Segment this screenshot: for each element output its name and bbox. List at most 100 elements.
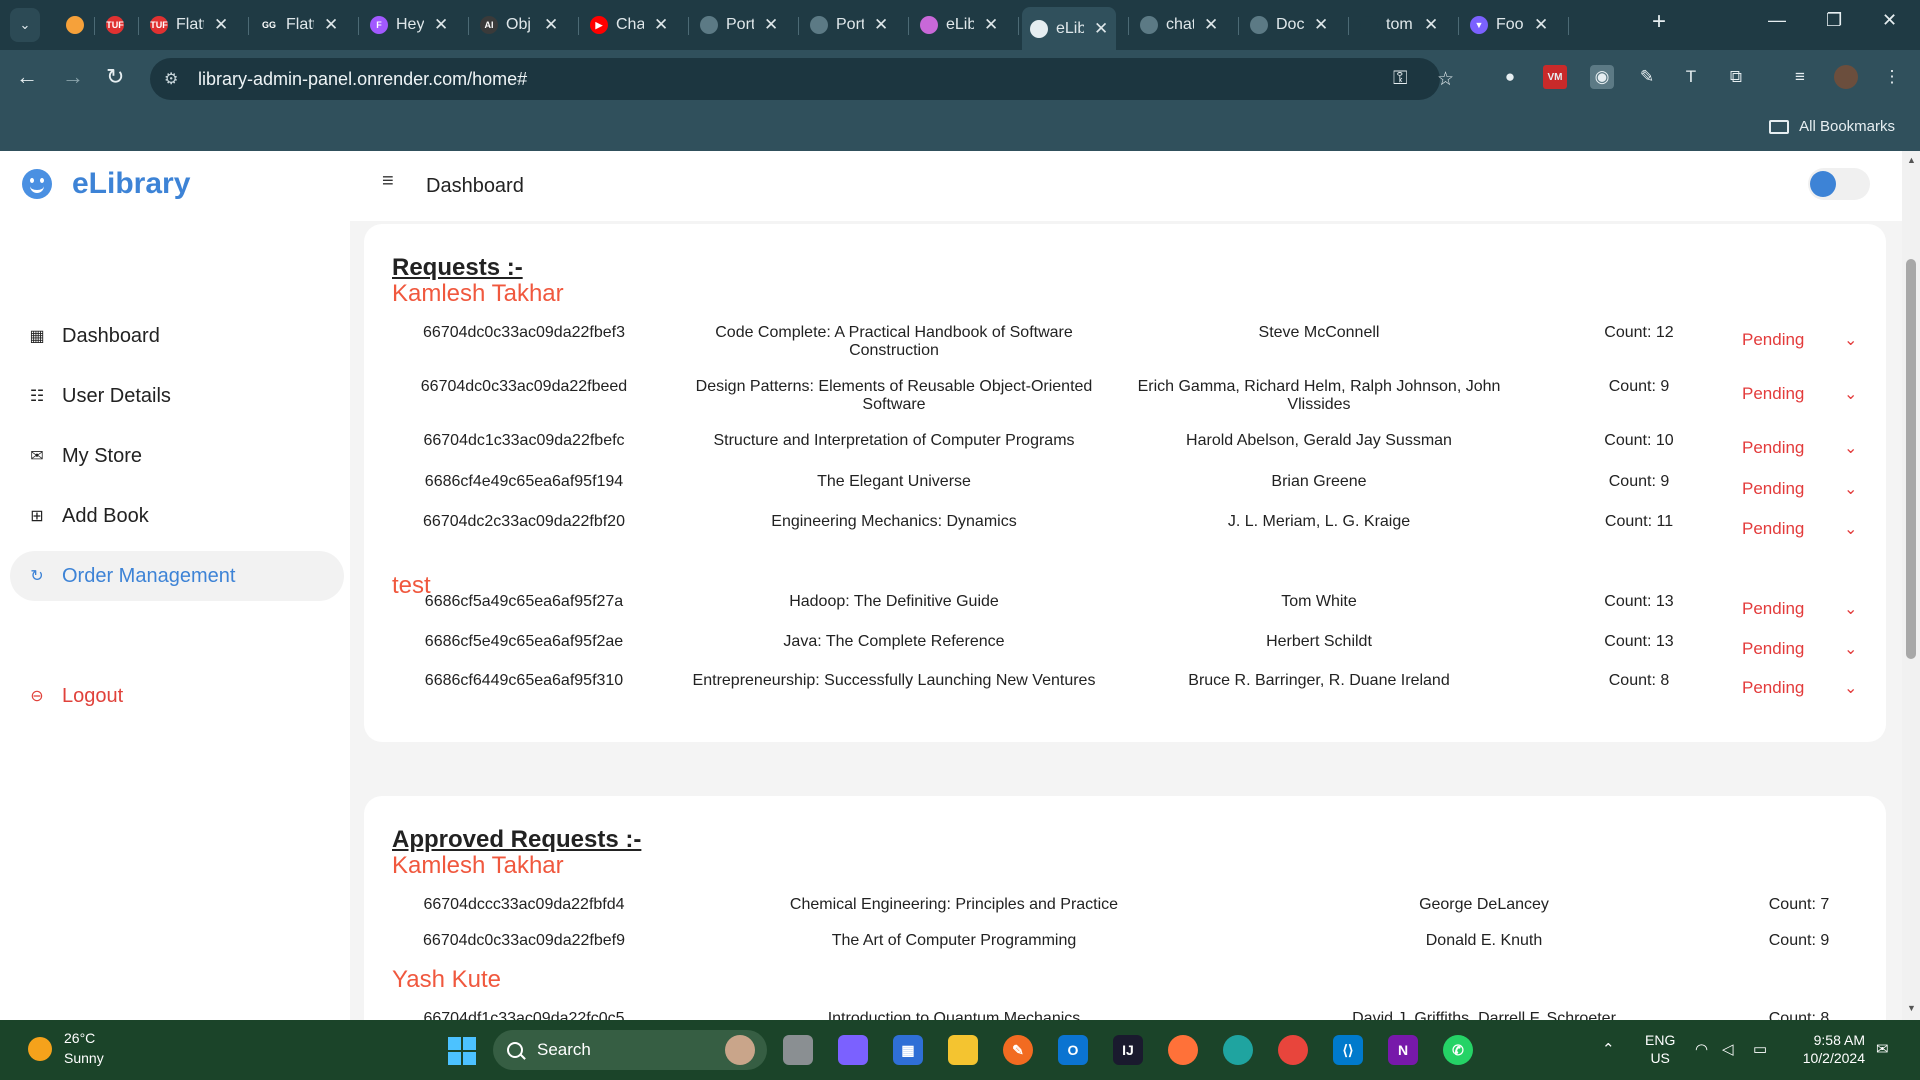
scroll-down-icon[interactable]: ▼ [1907,1003,1916,1013]
tab-close-icon[interactable]: ✕ [1204,15,1218,35]
extension-eyedropper-icon[interactable]: ✎ [1635,65,1659,89]
status-dropdown[interactable]: Pending [1742,639,1804,659]
task-view-icon[interactable] [783,1035,813,1065]
back-icon[interactable]: ← [16,64,38,90]
close-window-icon[interactable]: ✕ [1882,10,1897,31]
postman-icon[interactable]: ✎ [1003,1035,1033,1065]
whatsapp-icon[interactable]: ✆ [1443,1035,1473,1065]
page-scrollbar[interactable]: ▲ ▼ [1902,151,1920,1020]
extension-t-icon[interactable]: T [1679,65,1703,89]
sun-weather-icon[interactable] [28,1037,52,1061]
extension-mouse-icon[interactable]: ● [1498,65,1522,89]
extensions-puzzle-icon[interactable]: ⧉ [1724,65,1748,89]
browser-tab[interactable]: F Hey ✕ [362,7,456,43]
sidebar-item-order-management[interactable]: ↻ Order Management [10,551,344,601]
firefox-icon[interactable] [1168,1035,1198,1065]
browser-tab[interactable]: TUF Flatt ✕ [142,7,236,43]
chevron-down-icon[interactable]: ⌄ [1844,599,1857,619]
chrome-icon[interactable] [1278,1035,1308,1065]
browser-tab[interactable]: Doc ✕ [1242,7,1336,43]
new-tab-button[interactable]: + [1652,8,1666,36]
browser-tab[interactable]: eLib ✕ [912,7,1006,43]
tab-close-icon[interactable]: ✕ [1534,15,1548,35]
vscode-icon[interactable]: ⟨⟩ [1333,1035,1363,1065]
system-clock[interactable]: 9:58 AM 10/2/2024 [1795,1031,1865,1067]
all-bookmarks-button[interactable]: All Bookmarks [1769,118,1895,135]
tab-close-icon[interactable]: ✕ [544,15,558,35]
tab-close-icon[interactable]: ✕ [874,15,888,35]
bookmark-star-icon[interactable]: ☆ [1437,68,1454,91]
password-key-icon[interactable]: ⚿ [1393,68,1407,90]
chevron-down-icon[interactable]: ⌄ [1844,519,1857,539]
browser-tab[interactable]: chat ✕ [1132,7,1226,43]
onenote-icon[interactable]: N [1388,1035,1418,1065]
address-bar[interactable]: ⚙ library-admin-panel.onrender.com/home#… [150,58,1454,100]
weather-condition[interactable]: Sunny [64,1050,104,1066]
browser-tab[interactable]: Port ✕ [802,7,896,43]
tab-close-icon[interactable]: ✕ [1314,15,1328,35]
weather-temperature[interactable]: 26°C [64,1030,95,1046]
wifi-icon[interactable]: ◠ [1695,1040,1708,1058]
edge-icon[interactable] [1223,1035,1253,1065]
browser-tab[interactable]: eLib ✕ [1022,7,1117,50]
chevron-down-icon[interactable]: ⌄ [1844,639,1857,659]
browser-tab[interactable]: GG Flatt ✕ [252,7,346,43]
reload-icon[interactable]: ↻ [106,64,124,90]
battery-icon[interactable]: ▭ [1753,1040,1767,1058]
tab-search-button[interactable]: ⌄ [10,8,40,42]
sidebar-item-dashboard[interactable]: ▦ Dashboard [10,311,344,361]
status-dropdown[interactable]: Pending [1742,599,1804,619]
chevron-down-icon[interactable]: ⌄ [1844,330,1857,350]
tab-close-icon[interactable]: ✕ [984,15,998,35]
status-dropdown[interactable]: Pending [1742,384,1804,404]
tab-close-icon[interactable]: ✕ [214,15,228,35]
chevron-down-icon[interactable]: ⌄ [1844,384,1857,404]
copilot-icon[interactable] [838,1035,868,1065]
sidebar-item-my-store[interactable]: ✉ My Store [10,431,344,481]
tab-close-icon[interactable]: ✕ [324,15,338,35]
browser-tab[interactable]: ▶ Cha ✕ [582,7,676,43]
chevron-down-icon[interactable]: ⌄ [1844,678,1857,698]
status-dropdown[interactable]: Pending [1742,479,1804,499]
browser-tab[interactable]: ▼ Foo ✕ [1462,7,1556,43]
minimize-icon[interactable]: — [1768,10,1786,31]
intellij-icon[interactable]: IJ [1113,1035,1143,1065]
chevron-down-icon[interactable]: ⌄ [1844,438,1857,458]
windows-start-icon[interactable] [448,1037,476,1065]
show-hidden-icons-chevron[interactable]: ⌃ [1602,1040,1615,1058]
browser-tab[interactable]: TUF [98,7,140,43]
theme-toggle[interactable] [1808,168,1870,200]
language-indicator[interactable]: ENG US [1645,1031,1675,1067]
media-control-icon[interactable]: ≡ [1788,65,1812,89]
restore-icon[interactable]: ❐ [1826,10,1842,31]
volume-icon[interactable]: ◁ [1722,1040,1734,1058]
url-text[interactable]: library-admin-panel.onrender.com/home# [198,69,527,90]
sidebar-item-add-book[interactable]: ⊞ Add Book [10,491,344,541]
status-dropdown[interactable]: Pending [1742,519,1804,539]
forward-icon[interactable]: → [62,64,84,90]
tab-close-icon[interactable]: ✕ [1094,19,1108,39]
status-dropdown[interactable]: Pending [1742,438,1804,458]
tab-close-icon[interactable]: ✕ [764,15,778,35]
logout-button[interactable]: ⊖ Logout [10,671,344,721]
status-dropdown[interactable]: Pending [1742,678,1804,698]
browser-tab[interactable]: AI Obj ✕ [472,7,566,43]
browser-menu-icon[interactable]: ⋮ [1880,65,1904,89]
tab-close-icon[interactable]: ✕ [1424,15,1438,35]
microsoft-store-icon[interactable]: ▦ [893,1035,923,1065]
extension-vm-icon[interactable]: VM [1543,65,1567,89]
scrollbar-thumb[interactable] [1906,259,1916,659]
notification-bell-icon[interactable]: ✉ [1876,1040,1889,1058]
browser-tab[interactable]: Port ✕ [692,7,786,43]
brand[interactable]: eLibrary [22,167,190,201]
tab-close-icon[interactable]: ✕ [654,15,668,35]
browser-tab[interactable]: tom ✕ [1352,7,1446,43]
file-explorer-icon[interactable] [948,1035,978,1065]
sidebar-item-user-details[interactable]: ☷ User Details [10,371,344,421]
tab-close-icon[interactable]: ✕ [434,15,448,35]
taskbar-search[interactable]: Search [493,1030,767,1070]
hamburger-menu-icon[interactable]: ≡ [382,170,394,193]
outlook-icon[interactable]: O [1058,1035,1088,1065]
site-info-icon[interactable]: ⚙ [164,69,186,89]
chevron-down-icon[interactable]: ⌄ [1844,479,1857,499]
